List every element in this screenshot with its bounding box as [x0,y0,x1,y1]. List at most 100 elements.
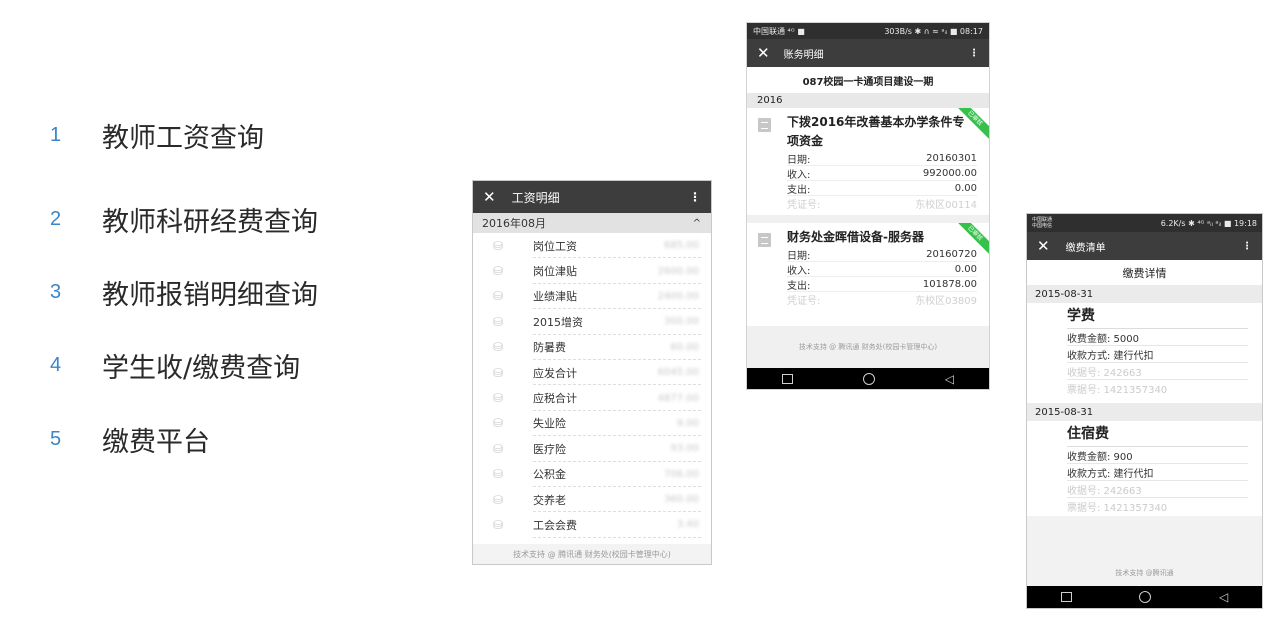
field-value: 101878.00 [922,278,977,290]
feature-number: 4 [50,354,62,376]
list-item: ⛁ 交养老 360.00 [473,487,711,513]
document-icon [758,118,771,132]
chevron-up-icon[interactable]: ^ [693,218,701,229]
coins-icon: ⛁ [493,365,504,380]
feature-label: 学生收/缴费查询 [102,353,301,384]
fee-date-header: 2015-08-31 [1027,285,1262,303]
coins-icon: ⛁ [493,441,504,456]
list-item: ⛁ 公积金 706.00 [473,462,711,488]
divider [747,215,989,223]
item-value: 3.40 [676,519,699,531]
fee-method: 收款方式: 建行代扣 [1067,346,1248,363]
feature-number: 3 [50,281,62,303]
list-item: ⛁ 岗位工资 685.00 [473,233,711,259]
more-menu-icon[interactable]: ⋮ [1242,241,1252,252]
back-icon[interactable]: ◁ [1219,591,1228,603]
list-item: ⛁ 工会会费 3.40 [473,512,711,539]
system-nav-bar: ◁ [1027,586,1262,608]
close-icon[interactable]: ✕ [757,44,770,62]
feature-label: 教师报销明细查询 [102,280,318,311]
more-menu-icon[interactable]: ⋮ [689,190,701,204]
project-title: 087校园一卡通项目建设一期 [802,76,934,88]
feature-item-student-fees[interactable]: 4 学生收/缴费查询 [50,346,300,385]
list-item: ⛁ 防暑费 60.00 [473,335,711,361]
feature-label: 教师工资查询 [102,123,264,154]
fee-record[interactable]: 学费 收费金额: 5000 收款方式: 建行代扣 收据号: 242663 票据号… [1027,303,1262,403]
item-value: 706.00 [664,468,699,480]
fee-title: 学费 [1067,303,1248,329]
entry-date: 日期: 20160301 [787,151,977,166]
entry-title: 财务处金晖借设备-服务器 [787,230,924,244]
back-icon[interactable]: ◁ [945,373,954,385]
feature-item-research-funds[interactable]: 2 教师科研经费查询 [50,200,318,239]
home-icon[interactable] [1139,591,1152,603]
status-bar: 中国联通 ⁴ᴳ ■ 303B/s ✱ ∩ ≈ ᵃᵢₗ ■ 08:17 [747,23,989,39]
recents-icon[interactable] [781,373,793,384]
year-header: 2016 [747,93,989,108]
status-bar: 中国联通 中国电信 6.2K/s ✱ ⁴ᴳ ᵃᵢₗ ᵃᵢₗ ■ 19:18 [1027,214,1262,232]
fee-record[interactable]: 住宿费 收费金额: 900 收款方式: 建行代扣 收据号: 242663 票据号… [1027,421,1262,521]
list-item: ⛁ 业绩津贴 2400.00 [473,284,711,310]
field-label: 凭证号: [787,296,821,307]
fee-date-header: 2015-08-31 [1027,403,1262,421]
coins-icon: ⛁ [493,467,504,482]
list-item: ⛁ 失业险 9.00 [473,411,711,437]
item-label: 岗位津贴 [533,265,577,279]
salary-list: ⛁ 岗位工资 685.00 ⛁ 岗位津贴 2600.00 ⛁ 业绩津贴 2400.00 ⛁ 2… [473,233,711,539]
feature-item-payment-platform[interactable]: 5 缴费平台 [50,420,210,459]
more-menu-icon[interactable]: ⋮ [969,48,979,59]
section-heading: 缴费详情 [1122,266,1167,280]
item-label: 业绩津贴 [533,290,577,304]
coins-icon: ⛁ [493,264,504,279]
item-label: 工会会费 [533,518,577,532]
carrier-label: 中国联通 中国电信 [1032,217,1053,229]
screen-title: 缴费清单 [1065,242,1106,254]
feature-number: 1 [50,124,62,146]
account-entry[interactable]: 已审核 下拨2016年改善基本办学条件专项资金 日期: 20160301 收入: 9… [747,108,989,215]
fee-receipt: 收据号: 242663 [1067,481,1248,498]
close-icon[interactable]: ✕ [1037,237,1050,255]
coins-icon: ⛁ [493,391,504,406]
coins-icon: ⛁ [493,314,504,329]
feature-item-reimbursement[interactable]: 3 教师报销明细查询 [50,273,318,312]
entry-expense: 支出: 0.00 [787,181,977,196]
app-bar: ✕ 工资明细 ⋮ [473,181,711,213]
item-label: 防暑费 [533,341,566,355]
item-label: 医疗险 [533,442,566,456]
status-indicators: 6.2K/s ✱ ⁴ᴳ ᵃᵢₗ ᵃᵢₗ ■ 19:18 [1160,218,1257,228]
item-label: 应发合计 [533,366,577,380]
item-value: 2400.00 [657,290,699,302]
feature-item-salary[interactable]: 1 教师工资查询 [50,116,264,155]
entry-income: 收入: 0.00 [787,262,977,277]
month-label: 2016年08月 [482,217,546,230]
field-value: 0.00 [954,182,977,194]
account-entry[interactable]: 已审核 财务处金晖借设备-服务器 日期: 20160720 收入: 0.00 支出:… [747,223,989,311]
item-label: 岗位工资 [533,239,577,253]
entry-voucher: 凭证号: 东校区00114 [787,196,977,211]
app-bar: ✕ 缴费清单 ⋮ [1027,232,1262,260]
field-label: 支出: [787,280,811,292]
screen-title: 工资明细 [511,190,560,205]
entry-date: 日期: 20160720 [787,247,977,262]
item-value: 6045.00 [657,367,699,379]
coins-icon: ⛁ [493,416,504,431]
feature-label: 教师科研经费查询 [102,207,318,238]
field-label: 凭证号: [787,200,821,211]
list-item: ⛁ 应税合计 4877.00 [473,385,711,412]
salary-detail-screen: ✕ 工资明细 ⋮ 2016年08月 ^ ⛁ 岗位工资 685.00 ⛁ 岗位津贴 260… [472,180,712,565]
item-value: 93.00 [670,443,699,455]
close-icon[interactable]: ✕ [483,188,496,206]
recents-icon[interactable] [1060,592,1072,602]
field-value: 东校区03809 [915,296,977,307]
item-label: 失业险 [533,417,566,431]
home-icon[interactable] [862,372,875,385]
field-value: 东校区00114 [915,200,977,211]
item-value: 4877.00 [657,392,699,404]
item-value: 2600.00 [657,265,699,277]
field-label: 日期: [787,154,811,166]
field-label: 收入: [787,265,811,277]
field-value: 992000.00 [922,167,977,179]
fee-amount: 收费金额: 900 [1067,447,1248,464]
month-header[interactable]: 2016年08月 ^ [473,213,711,233]
item-label: 2015增资 [533,315,583,329]
